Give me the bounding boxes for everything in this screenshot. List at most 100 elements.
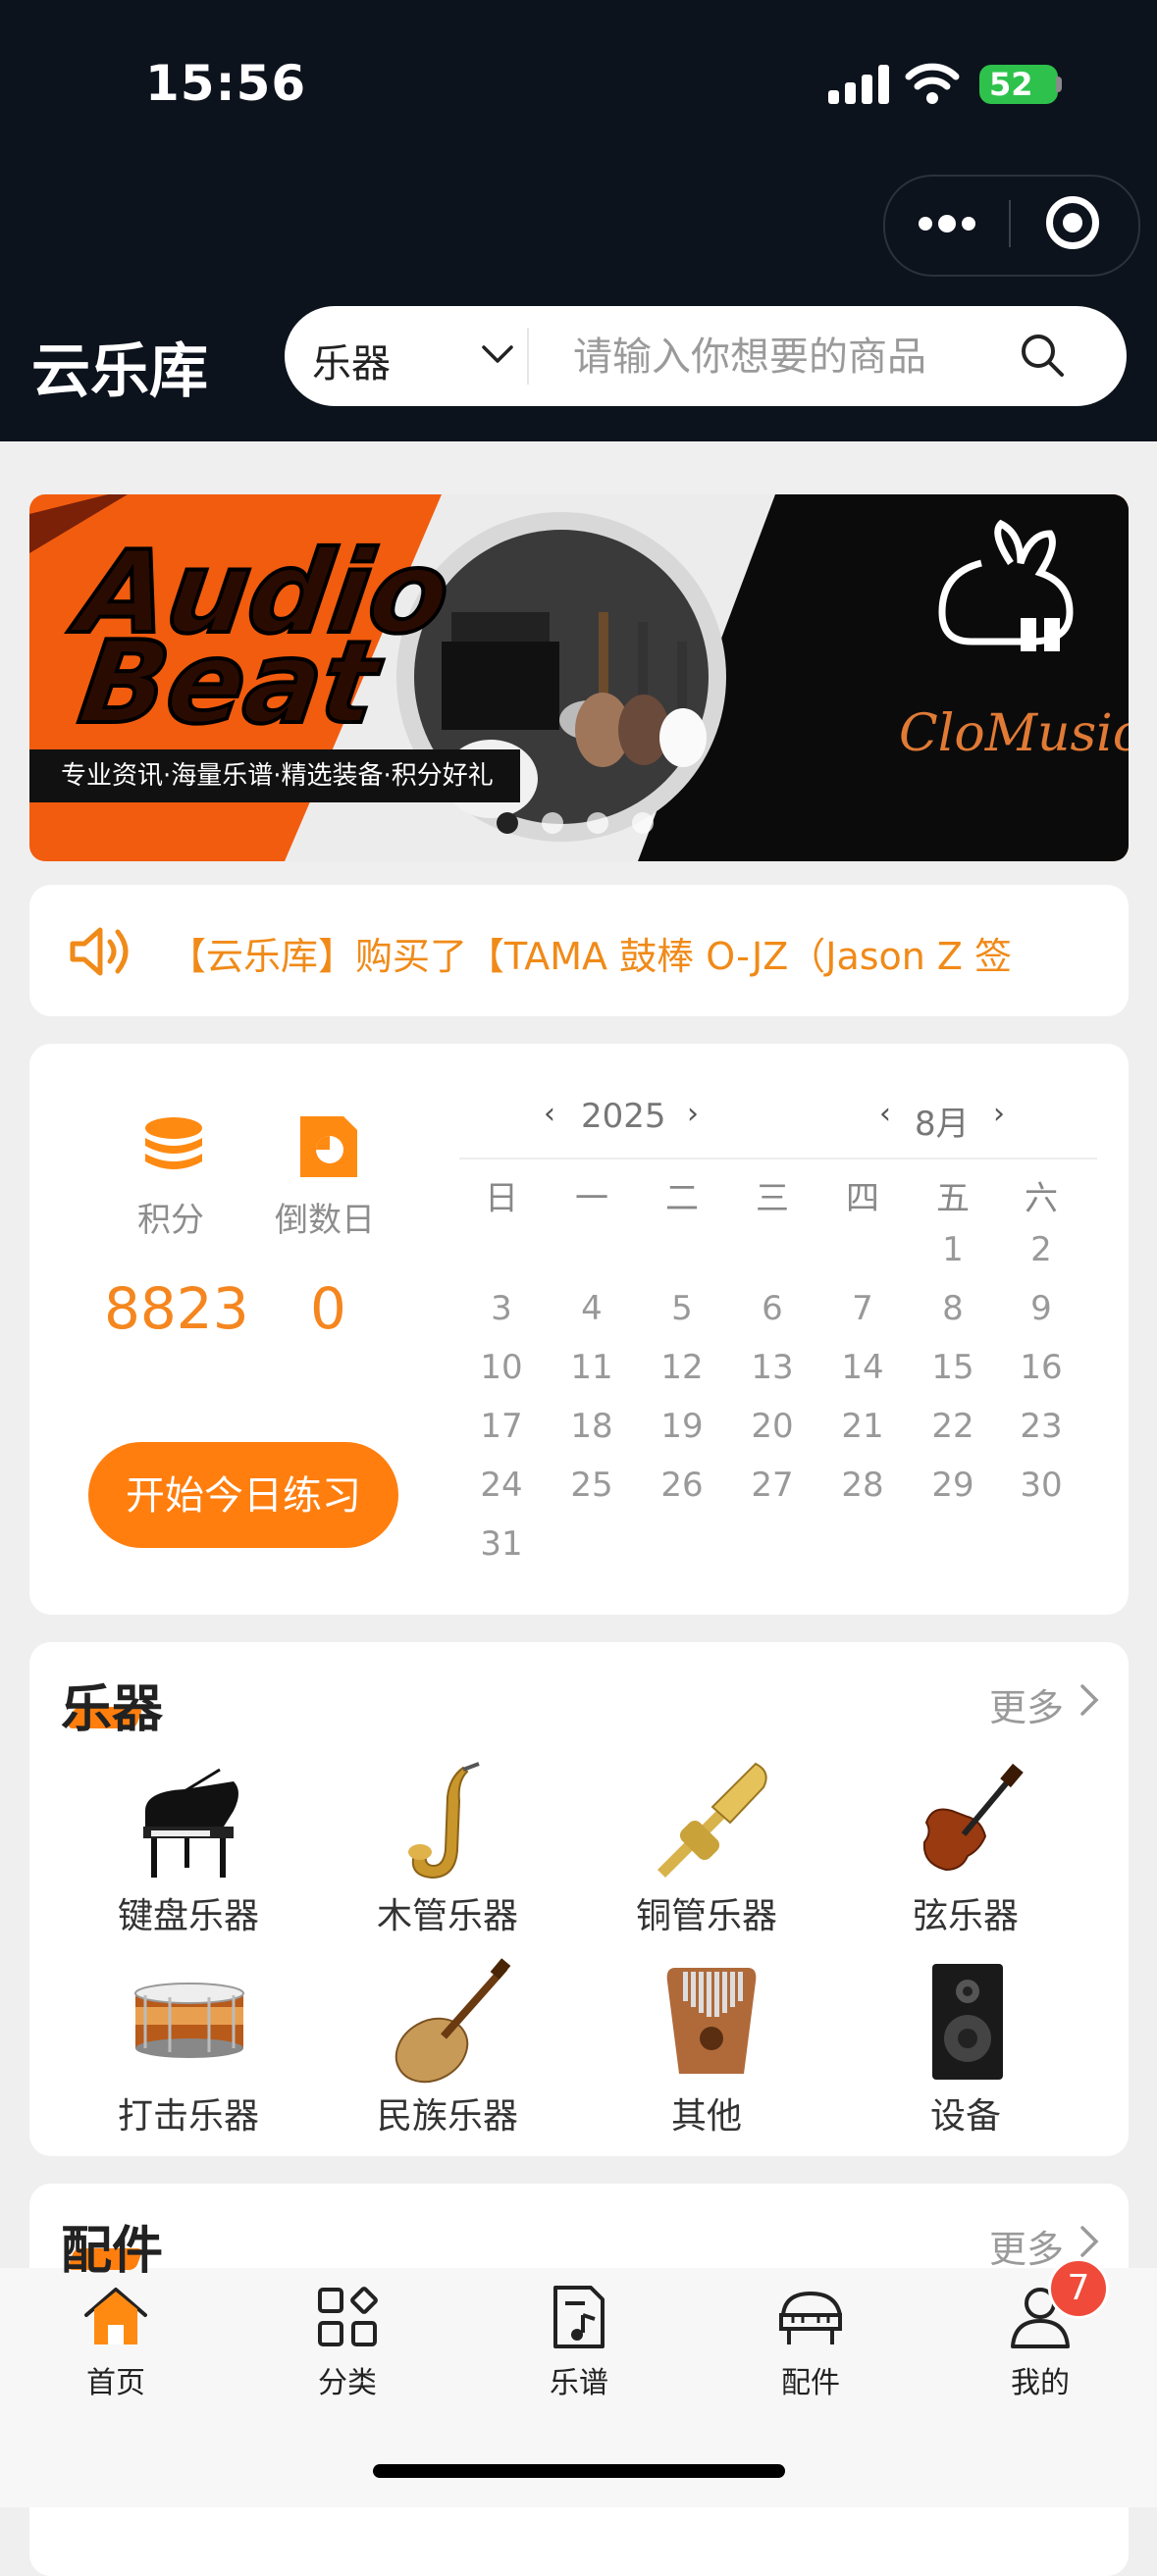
tab-accessories[interactable]: 配件 bbox=[695, 2358, 926, 2401]
pipa-icon[interactable] bbox=[389, 1958, 516, 2086]
calendar-day[interactable]: 25 bbox=[557, 1466, 626, 1505]
weekday-label: 日 bbox=[485, 1179, 518, 1218]
tab-home[interactable]: 首页 bbox=[0, 2358, 232, 2401]
start-practice-button[interactable]: 开始今日练习 bbox=[88, 1442, 398, 1548]
notice-marquee: 【云乐库】购买了【TAMA 鼓棒 O-JZ（Jason Z 签 bbox=[169, 935, 1013, 978]
calendar-day[interactable]: 22 bbox=[919, 1407, 987, 1446]
calendar-day[interactable]: 12 bbox=[648, 1348, 716, 1387]
carousel-dot[interactable] bbox=[542, 812, 563, 834]
calendar-day[interactable]: 2 bbox=[1007, 1230, 1076, 1269]
instruments-more-link[interactable]: 更多 bbox=[989, 1677, 1064, 1731]
countdown-label: 倒数日 bbox=[275, 1201, 375, 1240]
battery-tip bbox=[1056, 77, 1062, 92]
weekday-label: 六 bbox=[1025, 1179, 1058, 1218]
banner-headline-2: Beat bbox=[72, 618, 390, 749]
violin-icon[interactable] bbox=[903, 1762, 1030, 1889]
calendar-day[interactable]: 11 bbox=[557, 1348, 626, 1387]
search-icon[interactable] bbox=[1019, 332, 1066, 379]
signal-icon bbox=[828, 65, 889, 104]
home-icon[interactable] bbox=[80, 2282, 151, 2352]
accessories-more-link[interactable]: 更多 bbox=[989, 2219, 1064, 2273]
calendar-day[interactable]: 31 bbox=[467, 1524, 536, 1564]
calendar-year: 2025 bbox=[581, 1097, 666, 1136]
search-input[interactable] bbox=[573, 330, 985, 385]
calendar-day[interactable]: 5 bbox=[648, 1289, 716, 1328]
calendar-day[interactable]: 28 bbox=[828, 1466, 897, 1505]
category-icon[interactable] bbox=[312, 2282, 383, 2352]
countdown-icon bbox=[300, 1116, 357, 1177]
calendar-day[interactable]: 30 bbox=[1007, 1466, 1076, 1505]
search-divider bbox=[527, 328, 529, 385]
carousel-dot[interactable] bbox=[632, 812, 654, 834]
tab-sheet-music[interactable]: 乐谱 bbox=[463, 2358, 695, 2401]
snare-drum-icon[interactable] bbox=[126, 1958, 253, 2086]
calendar-day[interactable]: 29 bbox=[919, 1466, 987, 1505]
prev-month-button[interactable]: ‹ bbox=[879, 1097, 891, 1131]
chevron-down-icon[interactable] bbox=[481, 341, 514, 367]
calendar-day[interactable]: 7 bbox=[828, 1289, 897, 1328]
weekday-label: 五 bbox=[936, 1179, 970, 1218]
points-value: 8823 bbox=[104, 1275, 249, 1342]
tab-profile[interactable]: 我的 bbox=[924, 2358, 1156, 2401]
kalimba-icon[interactable] bbox=[648, 1958, 775, 2086]
grand-piano-icon[interactable] bbox=[775, 2282, 846, 2352]
promo-banner[interactable]: Audio Beat 专业资讯·海量乐谱·精选装备·积分好礼 CloMusic bbox=[29, 494, 1129, 861]
category-keyboard[interactable]: 键盘乐器 bbox=[90, 1887, 287, 1938]
banner-artwork: Audio Beat bbox=[29, 494, 1129, 861]
wifi-icon bbox=[905, 63, 960, 104]
calendar-day[interactable]: 24 bbox=[467, 1466, 536, 1505]
chevron-right-icon[interactable] bbox=[1079, 2225, 1099, 2258]
category-percussion[interactable]: 打击乐器 bbox=[90, 2087, 287, 2138]
next-year-button[interactable]: › bbox=[687, 1097, 699, 1131]
prev-year-button[interactable]: ‹ bbox=[544, 1097, 555, 1131]
chevron-right-icon[interactable] bbox=[1079, 1683, 1099, 1717]
calendar-day[interactable]: 20 bbox=[738, 1407, 807, 1446]
close-target-icon[interactable] bbox=[1046, 196, 1099, 249]
category-other[interactable]: 其他 bbox=[608, 2087, 805, 2138]
calendar-day[interactable]: 15 bbox=[919, 1348, 987, 1387]
weekday-label: 二 bbox=[665, 1179, 699, 1218]
calendar-day[interactable]: 14 bbox=[828, 1348, 897, 1387]
tab-category[interactable]: 分类 bbox=[232, 2358, 463, 2401]
category-folk[interactable]: 民族乐器 bbox=[349, 2087, 546, 2138]
calendar-day[interactable]: 9 bbox=[1007, 1289, 1076, 1328]
calendar-day[interactable]: 17 bbox=[467, 1407, 536, 1446]
next-month-button[interactable]: › bbox=[993, 1097, 1005, 1131]
saxophone-icon[interactable] bbox=[389, 1762, 516, 1889]
category-brass[interactable]: 铜管乐器 bbox=[608, 1887, 805, 1938]
calendar-day[interactable]: 10 bbox=[467, 1348, 536, 1387]
calendar-day[interactable]: 19 bbox=[648, 1407, 716, 1446]
calendar-day[interactable]: 8 bbox=[919, 1289, 987, 1328]
weekday-label: 四 bbox=[846, 1179, 879, 1218]
speaker-box-icon[interactable] bbox=[903, 1958, 1030, 2086]
accessories-title: 配件 bbox=[61, 2222, 164, 2281]
calendar-day[interactable]: 21 bbox=[828, 1407, 897, 1446]
sheet-music-icon[interactable] bbox=[544, 2282, 614, 2352]
carousel-dot[interactable] bbox=[587, 812, 608, 834]
calendar-day[interactable]: 6 bbox=[738, 1289, 807, 1328]
calendar-day[interactable]: 23 bbox=[1007, 1407, 1076, 1446]
more-dots-icon[interactable] bbox=[919, 213, 977, 232]
calendar-day[interactable]: 4 bbox=[557, 1289, 626, 1328]
category-equipment[interactable]: 设备 bbox=[868, 2087, 1064, 2138]
calendar-day[interactable]: 27 bbox=[738, 1466, 807, 1505]
instruments-title: 乐器 bbox=[61, 1680, 164, 1739]
category-string[interactable]: 弦乐器 bbox=[868, 1887, 1064, 1938]
calendar-day[interactable]: 26 bbox=[648, 1466, 716, 1505]
carousel-dot-active[interactable] bbox=[497, 812, 518, 834]
piano-icon[interactable] bbox=[126, 1762, 253, 1889]
home-indicator bbox=[373, 2464, 785, 2478]
calendar-day[interactable]: 18 bbox=[557, 1407, 626, 1446]
search-category-select[interactable]: 乐器 bbox=[312, 332, 391, 388]
capsule-divider bbox=[1009, 200, 1011, 247]
calendar-day[interactable]: 13 bbox=[738, 1348, 807, 1387]
weekday-label: 三 bbox=[756, 1179, 789, 1218]
calendar-day[interactable]: 16 bbox=[1007, 1348, 1076, 1387]
coins-icon bbox=[145, 1117, 202, 1169]
calendar-day[interactable]: 3 bbox=[467, 1289, 536, 1328]
category-woodwind[interactable]: 木管乐器 bbox=[349, 1887, 546, 1938]
app-title: 云乐库 bbox=[31, 337, 208, 406]
trumpet-icon[interactable] bbox=[648, 1762, 775, 1889]
battery-indicator: 52 bbox=[979, 65, 1058, 104]
calendar-day[interactable]: 1 bbox=[919, 1230, 987, 1269]
